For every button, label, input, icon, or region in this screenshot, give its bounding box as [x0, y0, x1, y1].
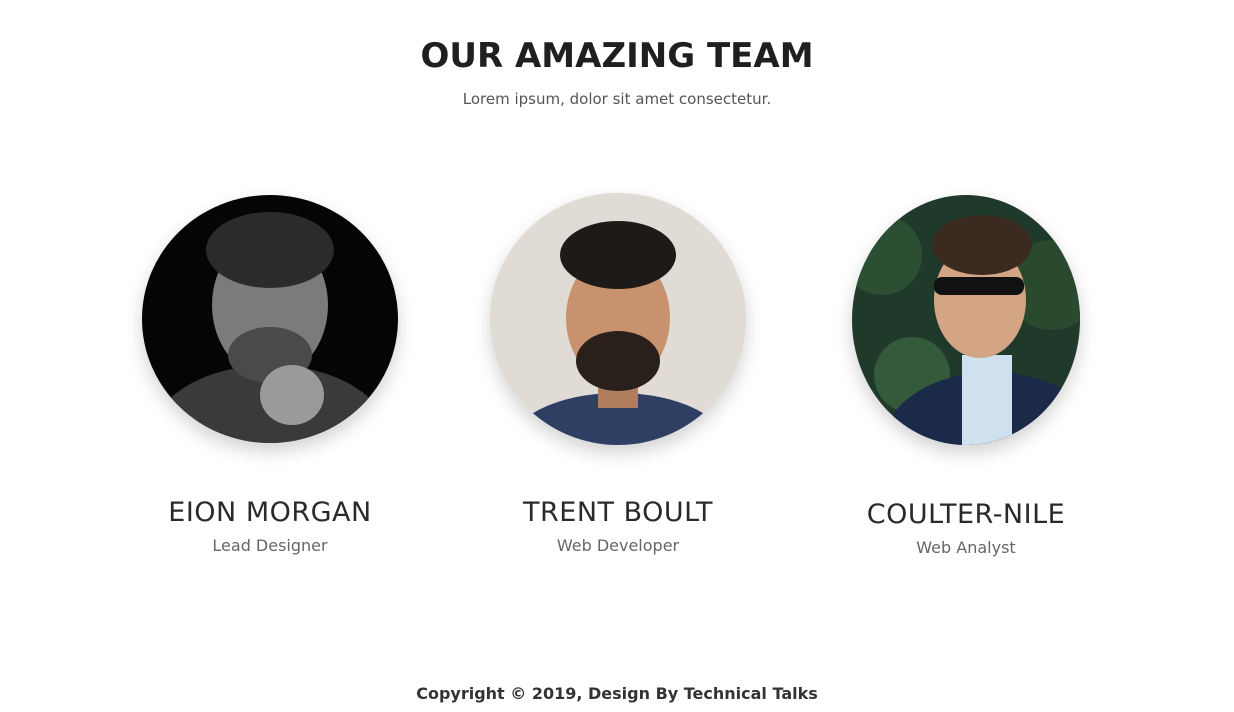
member-name: TRENT BOULT	[523, 497, 713, 528]
page-subtitle: Lorem ipsum, dolor sit amet consectetur.	[462, 90, 772, 108]
footer-copyright: Copyright © 2019, Design By Technical Ta…	[416, 684, 818, 703]
member-role: Lead Designer	[212, 536, 328, 555]
team-member-card: COULTER-NILE Web Analyst	[836, 195, 1096, 557]
team-page: OUR AMAZING TEAM Lorem ipsum, dolor sit …	[0, 0, 1234, 712]
team-member-card: EION MORGAN Lead Designer	[140, 195, 400, 555]
member-photo	[852, 195, 1080, 445]
team-header: OUR AMAZING TEAM Lorem ipsum, dolor sit …	[0, 34, 1234, 108]
team-member-card: TRENT BOULT Web Developer	[488, 193, 748, 555]
member-name: COULTER-NILE	[866, 499, 1066, 530]
member-name: EION MORGAN	[168, 497, 372, 528]
member-role: Web Analyst	[916, 538, 1016, 557]
member-photo	[142, 195, 398, 443]
page-title: OUR AMAZING TEAM	[420, 36, 814, 76]
member-role: Web Developer	[556, 536, 680, 555]
member-photo	[490, 193, 746, 445]
